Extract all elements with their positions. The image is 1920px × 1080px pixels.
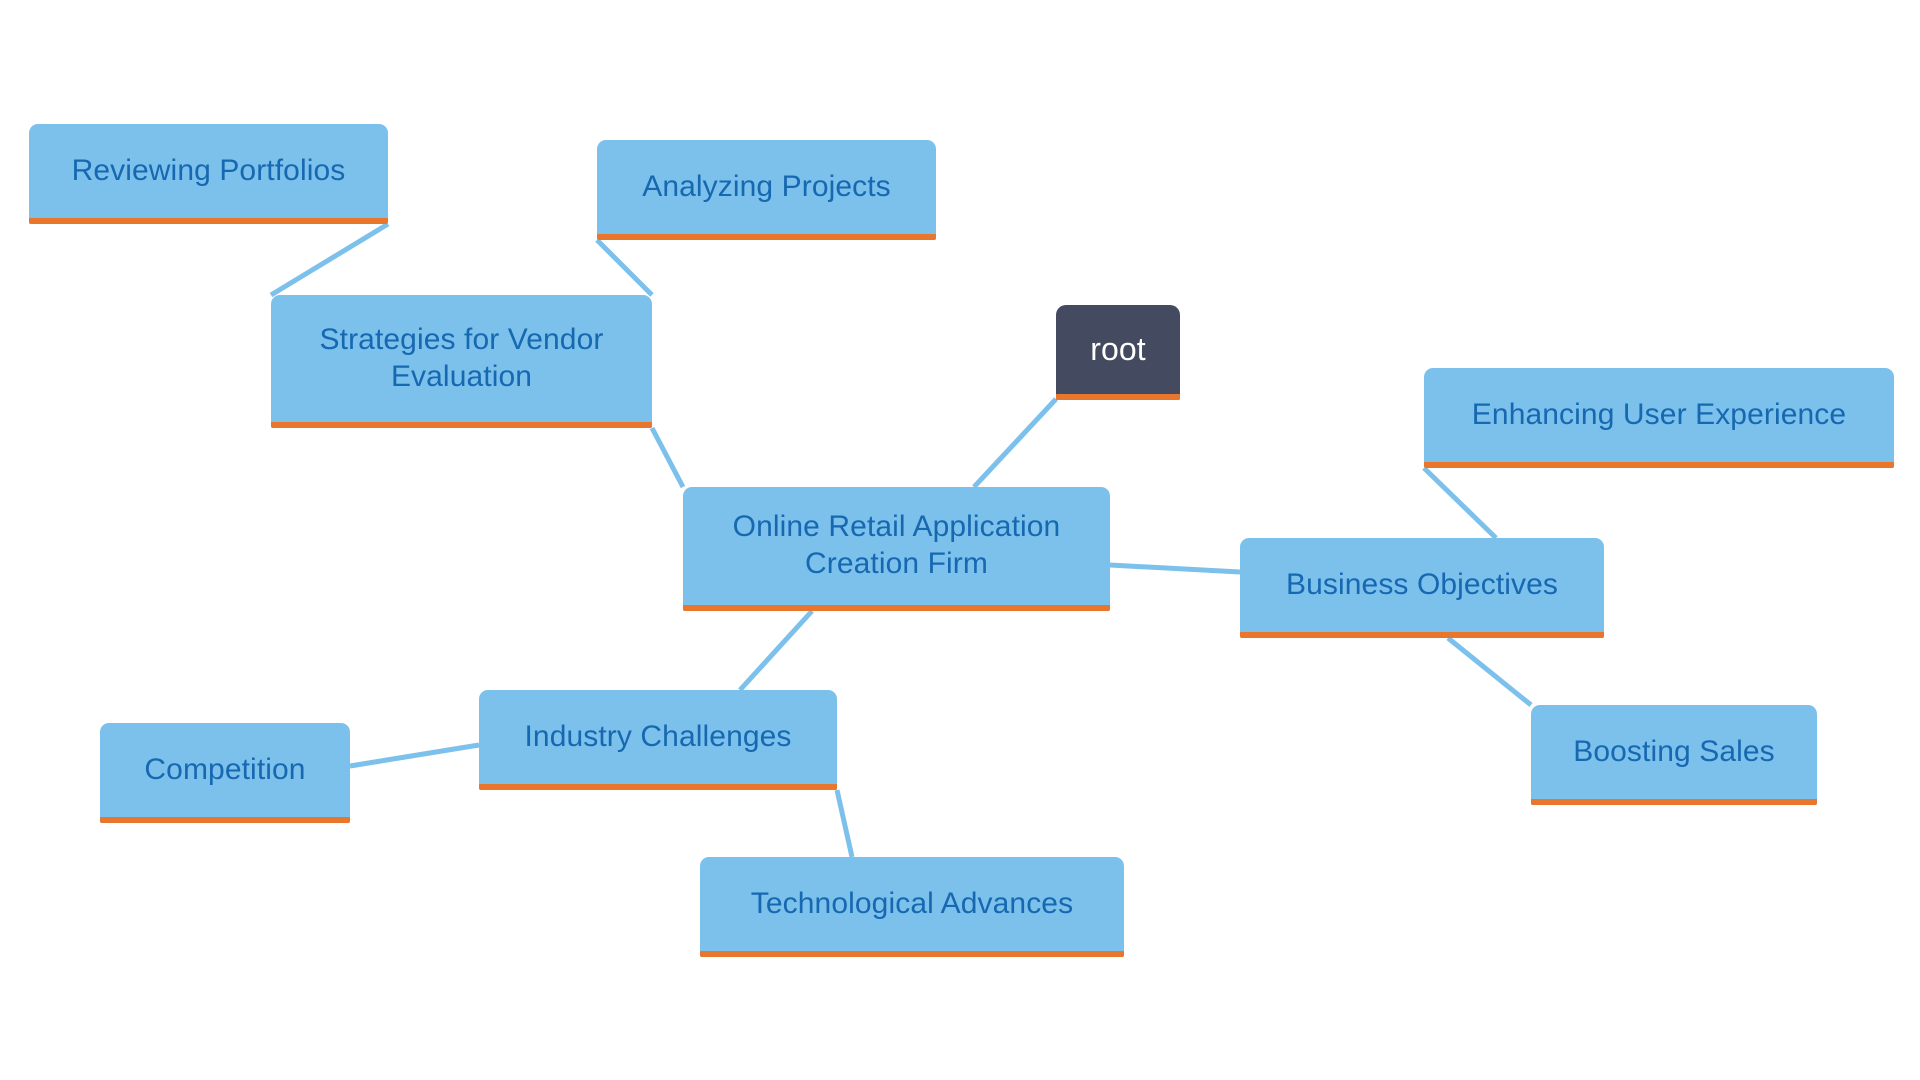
mindmap-node-challenges[interactable]: Industry Challenges xyxy=(479,690,837,790)
mindmap-node-competition[interactable]: Competition xyxy=(100,723,350,823)
mindmap-link-center-to-strategies xyxy=(649,426,686,489)
mindmap-node-strategies[interactable]: Strategies for Vendor Evaluation xyxy=(271,295,652,428)
mindmap-link-objectives-to-sales xyxy=(1446,636,1533,707)
mindmap-link-strategies-to-analyzing xyxy=(595,238,654,297)
mindmap-node-experience[interactable]: Enhancing User Experience xyxy=(1424,368,1894,468)
mindmap-link-strategies-to-reviewing xyxy=(269,221,390,298)
mindmap-node-technological[interactable]: Technological Advances xyxy=(700,857,1124,957)
mindmap-node-analyzing[interactable]: Analyzing Projects xyxy=(597,140,936,240)
mindmap-node-root[interactable]: root xyxy=(1056,305,1180,400)
mindmap-node-center[interactable]: Online Retail Application Creation Firm xyxy=(683,487,1110,611)
mindmap-link-root-to-center xyxy=(972,397,1058,489)
mindmap-link-center-to-challenges xyxy=(738,609,814,692)
mindmap-link-challenges-to-technological xyxy=(834,789,855,858)
mindmap-node-sales[interactable]: Boosting Sales xyxy=(1531,705,1817,805)
mindmap-node-objectives[interactable]: Business Objectives xyxy=(1240,538,1604,638)
mindmap-link-objectives-to-experience xyxy=(1422,466,1498,540)
mindmap-link-challenges-to-competition xyxy=(349,742,480,769)
mindmap-link-center-to-objectives xyxy=(1109,562,1241,575)
mindmap-node-reviewing[interactable]: Reviewing Portfolios xyxy=(29,124,388,224)
mindmap-canvas: root Online Retail Application Creation F… xyxy=(0,0,1920,1080)
